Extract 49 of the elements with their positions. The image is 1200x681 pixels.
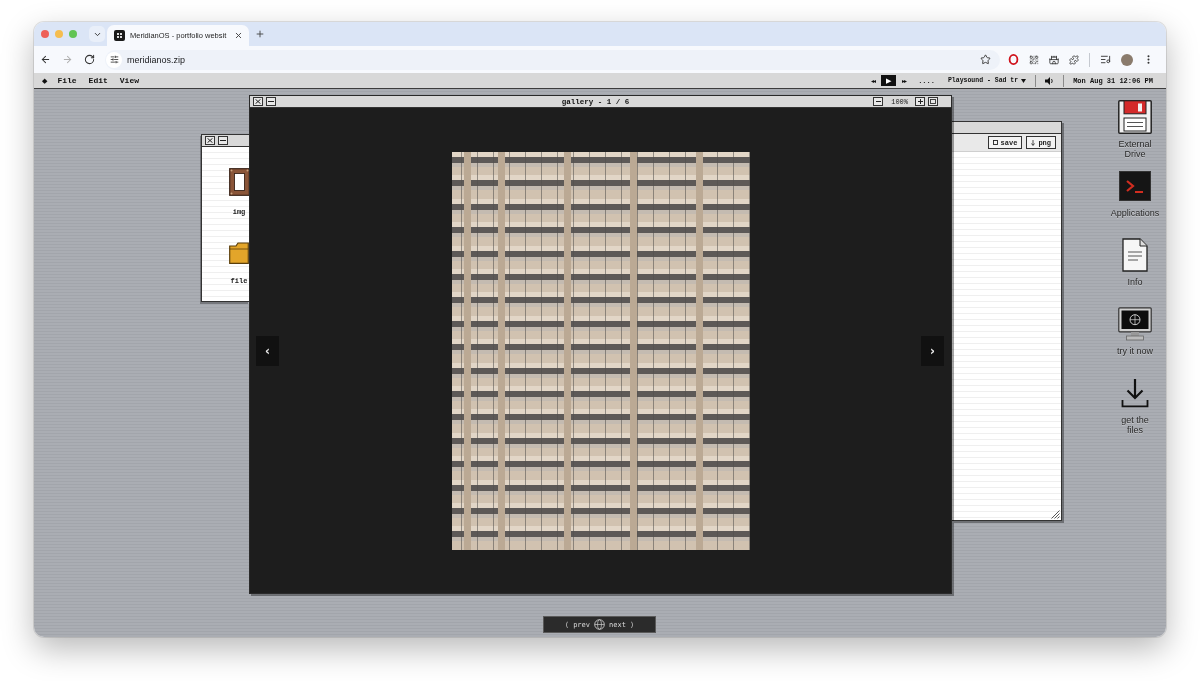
globe-icon[interactable]	[594, 619, 605, 630]
ring-icon[interactable]	[1008, 54, 1019, 65]
monitor-icon[interactable]	[1118, 307, 1152, 341]
reload-icon[interactable]	[84, 54, 95, 65]
close-icon	[207, 138, 213, 143]
fullscreen-icon[interactable]	[928, 97, 938, 106]
desktop-icon-label[interactable]: get the files	[1117, 415, 1153, 435]
menu-item[interactable]: Edit	[88, 76, 108, 85]
download-icon	[1031, 139, 1036, 146]
minimize-icon	[220, 140, 226, 141]
folder-icon[interactable]	[229, 242, 249, 264]
minimize-icon	[268, 101, 274, 102]
close-button[interactable]	[253, 97, 263, 106]
document-icon[interactable]	[1122, 238, 1148, 272]
new-tab-icon[interactable]	[255, 29, 265, 39]
menu-item[interactable]: File	[57, 76, 77, 85]
minus-icon	[875, 101, 881, 102]
back-arrow-icon[interactable]	[40, 54, 51, 65]
desktop-icon-label[interactable]: try it now	[1117, 346, 1153, 356]
download-icon[interactable]	[1120, 378, 1150, 408]
resize-grip-icon[interactable]	[1051, 510, 1060, 519]
castle-icon[interactable]	[1049, 54, 1059, 65]
volume-icon[interactable]	[1045, 76, 1055, 85]
terminal-icon[interactable]	[1119, 171, 1151, 201]
avatar-icon[interactable]	[1121, 53, 1133, 66]
desktop-icon-label[interactable]: External Drive	[1108, 139, 1162, 159]
desktop-icon-label[interactable]: Applications	[1110, 208, 1160, 218]
zoom-in-button[interactable]	[915, 97, 925, 106]
music-list-icon[interactable]	[1100, 54, 1111, 65]
previous-image-button[interactable]: ‹	[256, 335, 279, 366]
menu-item[interactable]: View	[119, 76, 139, 85]
caret-icon	[1021, 78, 1027, 83]
desktop-icon-label[interactable]: Info	[1127, 277, 1143, 287]
puzzle-icon[interactable]	[1069, 54, 1079, 65]
plus-icon	[917, 99, 923, 104]
minimize-button[interactable]	[266, 97, 276, 106]
picture-frame-icon[interactable]	[228, 168, 250, 196]
site-settings-icon[interactable]	[106, 51, 122, 68]
next-image-button[interactable]: ›	[921, 335, 944, 366]
qr-code-icon[interactable]	[1029, 54, 1039, 65]
bookmark-star-icon[interactable]	[980, 54, 991, 65]
close-window-icon[interactable]	[41, 30, 49, 38]
close-icon[interactable]	[234, 31, 243, 40]
address-field[interactable]: meridianos.zip	[105, 49, 1000, 70]
minimize-button[interactable]	[218, 136, 228, 145]
zoom-out-button[interactable]	[873, 97, 884, 106]
favicon-icon	[114, 30, 125, 41]
close-button[interactable]	[205, 136, 215, 145]
close-icon	[255, 99, 261, 104]
